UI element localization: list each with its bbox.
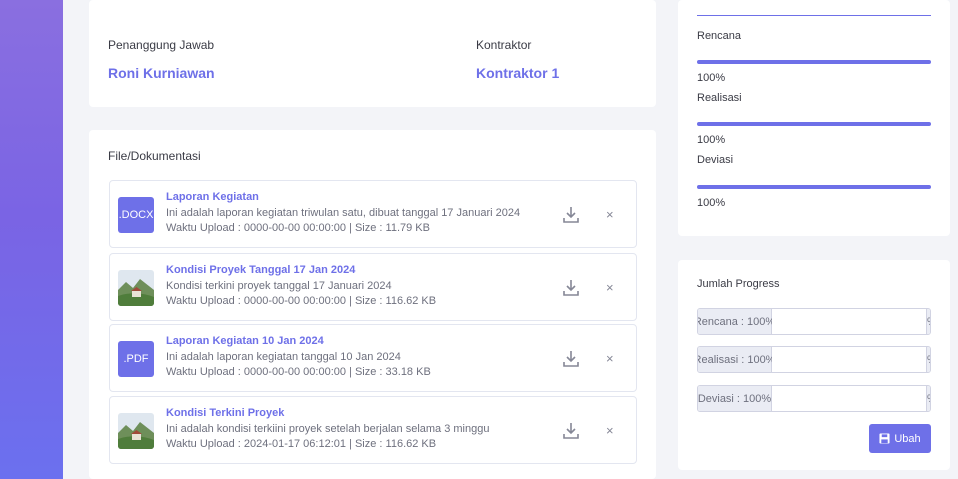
file-name-link[interactable]: Laporan Kegiatan: [166, 191, 259, 203]
remove-icon[interactable]: ×: [606, 280, 614, 295]
rencana-input-group: Rencana : 100% %: [697, 308, 931, 335]
remove-icon[interactable]: ×: [606, 207, 614, 222]
progress-label-deviasi: Deviasi: [697, 154, 734, 166]
remove-icon[interactable]: ×: [606, 351, 614, 366]
download-icon[interactable]: [562, 205, 580, 225]
kontraktor-label: Kontraktor: [476, 38, 532, 52]
image-thumbnail: [118, 413, 154, 449]
kontraktor-value: Kontraktor 1: [476, 65, 560, 81]
percent-suffix: %: [926, 347, 930, 372]
progress-percent-realisasi: 100%: [697, 134, 726, 146]
file-name-link[interactable]: Laporan Kegiatan 10 Jan 2024: [166, 335, 324, 347]
docx-file-icon: .DOCX: [118, 197, 154, 233]
percent-suffix: %: [926, 309, 930, 334]
files-title: File/Dokumentasi: [108, 149, 201, 163]
sidebar: [0, 0, 63, 479]
file-item: Kondisi Terkini Proyek Ini adalah kondis…: [109, 396, 637, 464]
download-icon[interactable]: [562, 349, 580, 369]
progress-bar-fill: [697, 122, 931, 126]
files-card: File/Dokumentasi .DOCX Laporan Kegiatan …: [89, 130, 656, 479]
rencana-prefix: Rencana : 100%: [698, 309, 775, 334]
file-item: .PDF Laporan Kegiatan 10 Jan 2024 Ini ad…: [109, 324, 637, 392]
jumlah-title: Jumlah Progress: [697, 278, 780, 290]
deviasi-input[interactable]: [772, 386, 926, 411]
file-description: Ini adalah laporan kegiatan triwulan sat…: [166, 207, 521, 219]
realisasi-input-group: Realisasi : 100% %: [697, 346, 931, 373]
pdf-file-icon: .PDF: [118, 341, 154, 377]
file-item: Kondisi Proyek Tanggal 17 Jan 2024 Kondi…: [109, 253, 637, 321]
deviasi-prefix: Deviasi : 100%: [698, 386, 772, 411]
rencana-input[interactable]: [772, 309, 926, 334]
file-description: Kondisi terkini proyek tanggal 17 Januar…: [166, 280, 392, 292]
pj-value: Roni Kurniawan: [108, 65, 215, 81]
file-description: Ini adalah kondisi terkiini proyek setel…: [166, 423, 490, 435]
file-meta: Waktu Upload : 0000-00-00 00:00:00 | Siz…: [166, 295, 437, 307]
deviasi-input-group: Deviasi : 100% %: [697, 385, 931, 412]
progress-percent-deviasi: 100%: [697, 197, 726, 209]
progress-bar-rencana: [697, 60, 931, 64]
pj-label: Penanggung Jawab: [108, 38, 215, 52]
responsible-card: Penanggung Jawab Roni Kurniawan Kontrakt…: [89, 0, 656, 107]
progress-bar-realisasi: [697, 122, 931, 126]
jumlah-progress-card: Jumlah Progress Rencana : 100% % Realisa…: [678, 260, 950, 470]
progress-percent-rencana: 100%: [697, 72, 726, 84]
top-divider: [697, 15, 931, 16]
file-description: Ini adalah laporan kegiatan tanggal 10 J…: [166, 351, 401, 363]
download-icon[interactable]: [562, 278, 580, 298]
progress-label-rencana: Rencana: [697, 30, 742, 42]
file-item: .DOCX Laporan Kegiatan Ini adalah lapora…: [109, 180, 637, 248]
download-icon[interactable]: [562, 421, 580, 441]
file-name-link[interactable]: Kondisi Terkini Proyek: [166, 407, 284, 419]
progress-card: Rencana 100% Realisasi 100% Deviasi 100%: [678, 0, 950, 236]
progress-bar-fill: [697, 60, 931, 64]
file-meta: Waktu Upload : 0000-00-00 00:00:00 | Siz…: [166, 366, 431, 378]
file-meta: Waktu Upload : 2024-01-17 06:12:01 | Siz…: [166, 438, 437, 450]
image-thumbnail: [118, 270, 154, 306]
progress-bar-deviasi: [697, 185, 931, 189]
file-meta: Waktu Upload : 0000-00-00 00:00:00 | Siz…: [166, 222, 430, 234]
progress-bar-fill: [697, 185, 931, 189]
remove-icon[interactable]: ×: [606, 423, 614, 438]
percent-suffix: %: [926, 386, 930, 411]
ubah-button[interactable]: Ubah: [869, 424, 931, 453]
save-icon: [879, 433, 890, 444]
file-name-link[interactable]: Kondisi Proyek Tanggal 17 Jan 2024: [166, 264, 355, 276]
ubah-button-label: Ubah: [894, 432, 921, 445]
realisasi-prefix: Realisasi : 100%: [698, 347, 775, 372]
progress-label-realisasi: Realisasi: [697, 92, 742, 104]
realisasi-input[interactable]: [772, 347, 926, 372]
